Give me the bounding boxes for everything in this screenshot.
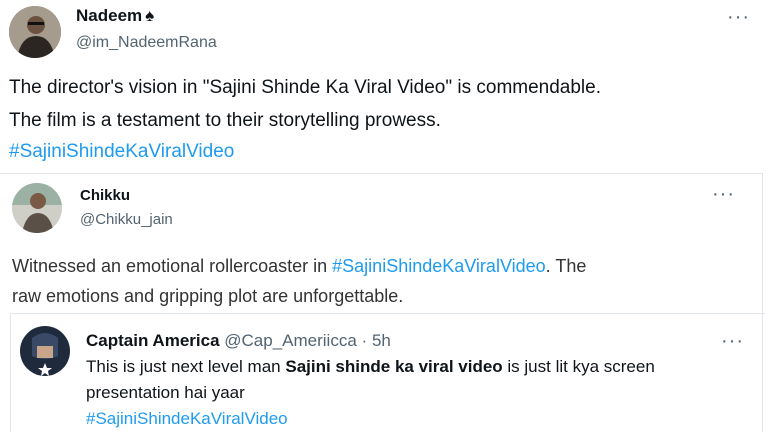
user-handle[interactable]: @Cap_Ameriicca <box>224 331 357 350</box>
hashtag-link[interactable]: #SajiniShindeKaViralVideo <box>9 141 234 163</box>
quote-border-right <box>762 173 763 432</box>
tweet-text-line1: The director's vision in "Sajini Shinde … <box>9 77 601 98</box>
display-name[interactable]: Nadeem <box>76 6 142 26</box>
tweet-text-line1: This is just next level man Sajini shind… <box>86 357 655 377</box>
avatar-image <box>9 6 61 58</box>
tweet-text-line1: Witnessed an emotional rollercoaster in … <box>12 256 586 277</box>
avatar[interactable] <box>12 183 62 233</box>
quote-border-top-inner <box>10 313 765 314</box>
text-pre: This is just next level man <box>86 357 286 376</box>
hashtag-link[interactable]: #SajiniShindeKaViralVideo <box>332 256 546 276</box>
avatar[interactable] <box>9 6 61 58</box>
more-options-icon[interactable]: ··· <box>712 184 735 204</box>
user-handle[interactable]: @im_NadeemRana <box>76 34 217 52</box>
avatar-image <box>12 183 62 233</box>
more-options-icon[interactable]: ··· <box>721 331 744 351</box>
more-options-icon[interactable]: ··· <box>727 7 750 27</box>
user-handle[interactable]: @Chikku_jain <box>80 211 173 228</box>
display-name[interactable]: Chikku <box>80 187 130 204</box>
tweet-text-line2: raw emotions and gripping plot are unfor… <box>12 286 404 306</box>
spade-icon: ♠ <box>145 6 155 25</box>
display-name[interactable]: Captain America <box>86 331 220 350</box>
text-post: . The <box>545 256 587 276</box>
avatar[interactable] <box>20 326 70 376</box>
avatar-image <box>20 326 70 376</box>
text-post: is just lit kya screen <box>502 357 655 376</box>
quote-border-top <box>0 173 763 174</box>
tweet-text-line2: presentation hai yaar <box>86 383 245 402</box>
tweet-text-line2: The film is a testament to their storyte… <box>9 110 441 131</box>
text-pre: Witnessed an emotional rollercoaster in <box>12 256 333 276</box>
timestamp[interactable]: 5h <box>372 331 391 350</box>
quote-border-left-inner <box>10 313 11 432</box>
separator: · <box>361 331 368 350</box>
hashtag-link[interactable]: #SajiniShindeKaViralVideo <box>86 409 288 429</box>
text-bold: Sajini shinde ka viral video <box>285 357 503 376</box>
